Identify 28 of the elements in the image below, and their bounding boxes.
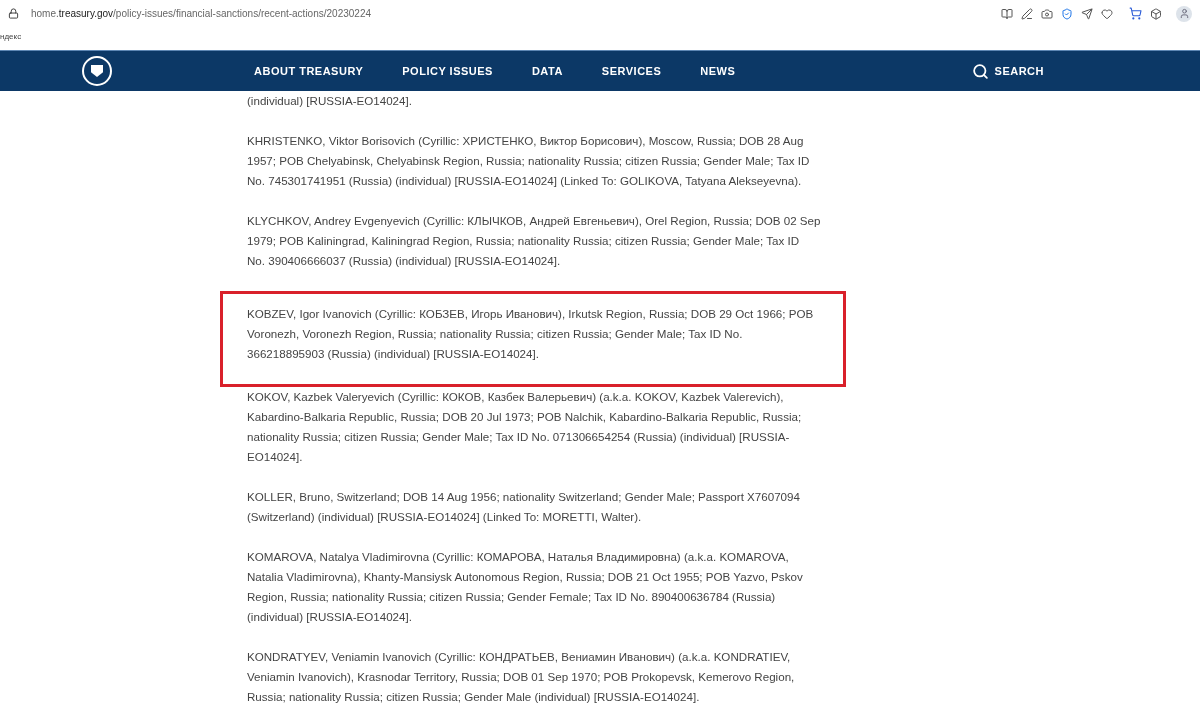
nav-link[interactable]: SERVICES [601,62,662,80]
cart-icon[interactable] [1129,7,1142,20]
sanctions-entry: KOBZEV, Igor Ivanovich (Cyrillic: КОБЗЕВ, Игорь Иванович), Irkutsk Region, Russia; DOB 29 Oct 1966; POB Voronezh, Voronezh Region, Russia; nationality Russia; citizen Russia; Gender Male; Tax ID No. 366218895903 (Russia) (individual) [RUSSIA-EO14024]. [247,306,815,362]
nav-link[interactable]: ABOUT TREASURY [254,62,364,80]
shield-check-icon[interactable] [1061,7,1073,20]
edit-icon[interactable] [1021,7,1033,20]
sanctions-entry: KOKOV, Kazbek Valeryevich (Cyrillic: КОКОВ, Казбек Валерьевич) (a.k.a. KOKOV, Kazbek Valerevich), Kabardino-Balkaria Republic, Russia; DOB 20 Jul 1973; POB Nalchik, Kabardino-Balkaria Republic, Russia; nationality Russia; citizen Russia; Gender Male; Tax ID No. 071306654254 (Russia) (individual) [RUSSIA- EO14024]. [247,389,803,465]
seal-logo[interactable] [82,56,112,86]
sanctions-entry: KONDRATYEV, Veniamin Ivanovich (Cyrillic: КОНДРАТЬЕВ, Вениамин Иванович) (a.k.a. KONDRATIEV, Veniamin Ivanovich), Krasnodar Territory, Russia; DOB 01 Sep 1970; POB Prokopevsk, Kemerovo Region, Russia; nationality Russia; citizen Russia; Gender Male (individual) [RUSSIA-EO14024]. [247,649,796,705]
book-icon[interactable] [1001,7,1013,20]
lock-icon [8,8,19,19]
cube-icon[interactable] [1150,7,1162,20]
send-icon[interactable] [1081,7,1093,20]
nav-link[interactable]: DATA [531,62,563,80]
nav-link[interactable]: POLICY ISSUES [402,62,493,80]
sanctions-entry: KLYCHKOV, Andrey Evgenyevich (Cyrillic: КЛЫЧКОВ, Андрей Евгеньевич), Orel Region, Russia; DOB 02 Sep 1979; POB Kaliningrad, Kaliningrad Region, Russia; nationality Russia; citizen Russia; Gender Male; Tax ID No. 390406666037 (Russia) (individual) [RUSSIA-EO14024]. [247,213,822,269]
sanctions-entry: KHRISTENKO, Viktor Borisovich (Cyrillic: ХРИСТЕНКО, Виктор Борисович), Moscow, Russia; DOB 28 Aug 1957; POB Chelyabinsk, Chelyabinsk Region, Russia; nationality Russia; citizen Russia; Gender Male; Tax ID No. 745301741951 (Russia) (individual) [RUSSIA-EO14024] (Linked To: GOLIKOVA, Tatyana Alekseyevna). [247,133,811,189]
search-icon [971,62,989,80]
sanctions-entry: (individual) [RUSSIA-EO14024]. [247,93,413,109]
sanctions-entry: KOLLER, Bruno, Switzerland; DOB 14 Aug 1956; nationality Switzerland; Gender Male; Passport X7607094 (Switzerland) (individual) [RUSSIA-EO14024] (Linked To: MORETTI, Walter). [247,489,801,525]
search-button[interactable]: SEARCH [971,62,1044,80]
url-text[interactable]: home.treasury.gov/policy-issues/financial-sanctions/recent-actions/20230224 [31,6,371,21]
camera-icon[interactable] [1041,7,1053,20]
bookmark-item[interactable]: ндекс [0,30,22,43]
nav-link[interactable]: NEWS [700,62,736,80]
heart-icon[interactable] [1101,7,1113,20]
sanctions-entry: KOMAROVA, Natalya Vladimirovna (Cyrillic: КОМАРОВА, Наталья Владимировна) (a.k.a. KOMAROVA, Natalia Vladimirovna), Khanty-Mansiysk Autonomous Region, Russia; DOB 21 Oct 1955; POB Yazvo, Pskov Region, Russia; nationality Russia; citizen Russia; Gender Female; Tax ID No. 890400636784 (Russia) (individual) [RUSSIA-EO14024]. [247,549,804,625]
avatar-icon[interactable] [1176,5,1192,22]
